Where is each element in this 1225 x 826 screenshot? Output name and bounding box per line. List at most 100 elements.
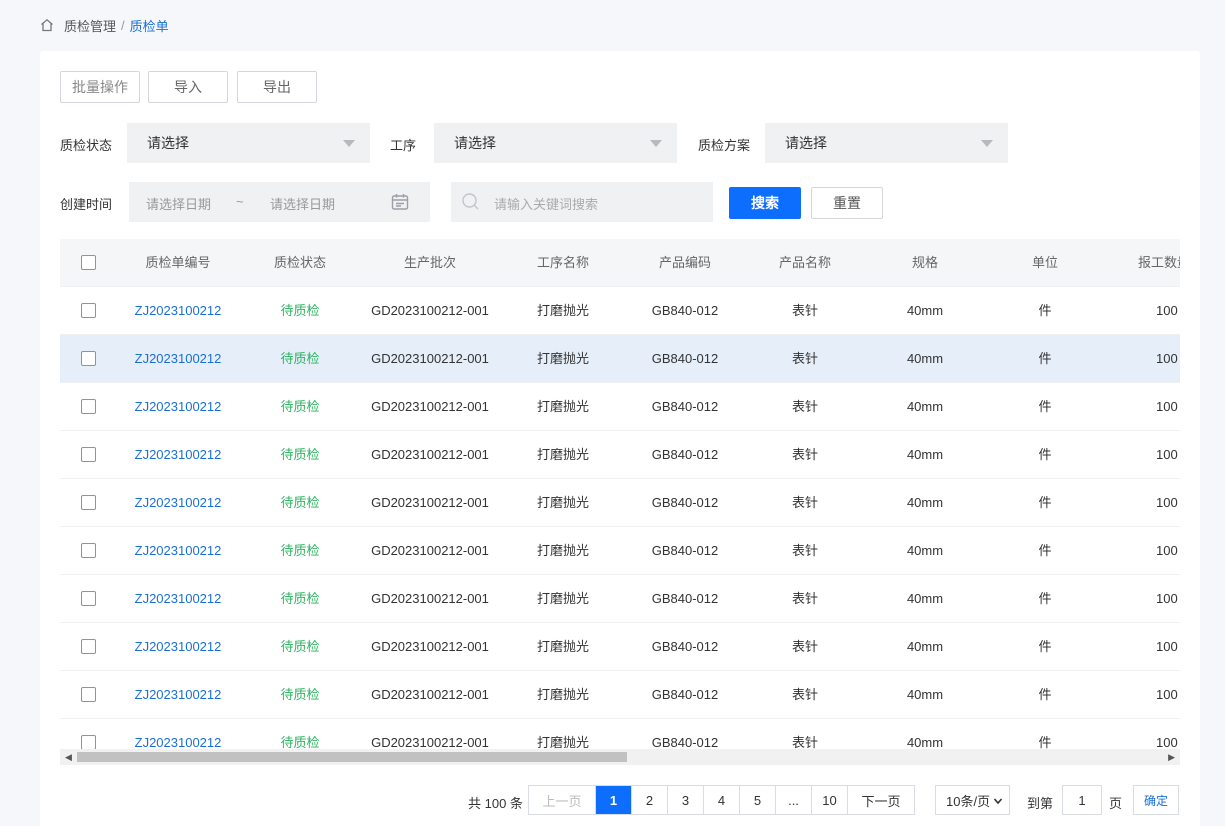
report-qty-text: 100: [1156, 351, 1178, 366]
date-end-input[interactable]: 请选择日期: [270, 194, 335, 213]
process-text: 打磨抛光: [536, 495, 589, 510]
breadcrumb-parent[interactable]: 质检管理: [64, 16, 116, 35]
row-checkbox[interactable]: [81, 687, 96, 702]
page-2-button[interactable]: 2: [632, 786, 668, 814]
unit-text: 件: [1038, 351, 1052, 366]
status-text: 待质检: [280, 639, 320, 654]
table-row[interactable]: ZJ2023100212 待质检 GD2023100212-001 打磨抛光 GB840…: [60, 527, 1180, 575]
column-header-process: 工序名称: [536, 255, 589, 270]
unit-text: 件: [1038, 639, 1052, 654]
table-row[interactable]: ZJ2023100212 待质检 GD2023100212-001 打磨抛光 GB840…: [60, 575, 1180, 623]
row-checkbox[interactable]: [81, 303, 96, 318]
spec-text: 40mm: [906, 495, 944, 510]
order-no-link[interactable]: ZJ2023100212: [133, 335, 223, 383]
breadcrumb-separator: /: [121, 17, 125, 33]
product-code-text: GB840-012: [651, 591, 719, 606]
order-no-link[interactable]: ZJ2023100212: [133, 431, 223, 479]
status-text: 待质检: [280, 495, 320, 510]
product-name-text: 表针: [791, 639, 818, 654]
date-range-picker[interactable]: 请选择日期 ~ 请选择日期: [129, 182, 430, 222]
status-text: 待质检: [280, 543, 320, 558]
unit-text: 件: [1038, 543, 1052, 558]
table-row[interactable]: ZJ2023100212 待质检 GD2023100212-001 打磨抛光 GB840…: [60, 335, 1180, 383]
report-qty-text: 100: [1156, 543, 1178, 558]
row-checkbox[interactable]: [81, 543, 96, 558]
import-button[interactable]: 导入: [148, 71, 228, 103]
report-qty-text: 100: [1156, 495, 1178, 510]
row-checkbox[interactable]: [81, 591, 96, 606]
table-row[interactable]: ZJ2023100212 待质检 GD2023100212-001 打磨抛光 GB840…: [60, 623, 1180, 671]
calendar-icon[interactable]: [390, 192, 410, 215]
order-no-link[interactable]: ZJ2023100212: [133, 575, 223, 623]
page-ellipsis[interactable]: ...: [776, 786, 812, 814]
prev-page-button[interactable]: 上一页: [529, 786, 596, 814]
row-checkbox[interactable]: [81, 735, 96, 749]
next-page-button[interactable]: 下一页: [848, 786, 914, 814]
horizontal-scrollbar[interactable]: ◀ ▶: [60, 749, 1180, 765]
order-no-link[interactable]: ZJ2023100212: [133, 623, 223, 671]
page-size-select[interactable]: 10条/页: [935, 785, 1010, 815]
batch-text: GD2023100212-001: [371, 543, 489, 558]
row-checkbox[interactable]: [81, 399, 96, 414]
table-row[interactable]: ZJ2023100212 待质检 GD2023100212-001 打磨抛光 GB840…: [60, 431, 1180, 479]
order-no-link[interactable]: ZJ2023100212: [133, 527, 223, 575]
table-row[interactable]: ZJ2023100212 待质检 GD2023100212-001 打磨抛光 GB840…: [60, 383, 1180, 431]
row-checkbox[interactable]: [81, 495, 96, 510]
spec-text: 40mm: [906, 687, 944, 702]
process-filter-label: 工序: [390, 138, 417, 153]
product-name-text: 表针: [791, 447, 818, 462]
date-start-input[interactable]: 请选择日期: [146, 194, 211, 213]
product-code-text: GB840-012: [651, 687, 719, 702]
caret-down-icon: [650, 140, 662, 147]
jump-confirm-button[interactable]: 确定: [1133, 785, 1179, 815]
table-row[interactable]: ZJ2023100212 待质检 GD2023100212-001 打磨抛光 GB840…: [60, 671, 1180, 719]
page-5-button[interactable]: 5: [740, 786, 776, 814]
order-no-link[interactable]: ZJ2023100212: [133, 671, 223, 719]
status-text: 待质检: [280, 687, 320, 702]
page-10-button[interactable]: 10: [812, 786, 848, 814]
product-name-text: 表针: [791, 399, 818, 414]
order-no-link[interactable]: ZJ2023100212: [133, 287, 223, 335]
row-checkbox[interactable]: [81, 351, 96, 366]
report-qty-text: 100: [1156, 735, 1178, 749]
order-no-link[interactable]: ZJ2023100212: [133, 719, 223, 749]
process-select[interactable]: 请选择: [434, 123, 677, 163]
batch-operation-button[interactable]: 批量操作: [60, 71, 140, 103]
date-range-separator: ~: [236, 194, 244, 209]
order-no-link[interactable]: ZJ2023100212: [133, 383, 223, 431]
main-card: 批量操作 导入 导出 质检状态 请选择 工序 请选择 质检方案 请选择 创建时间…: [40, 51, 1200, 826]
plan-select[interactable]: 请选择: [765, 123, 1008, 163]
process-text: 打磨抛光: [536, 591, 589, 606]
table-row[interactable]: ZJ2023100212 待质检 GD2023100212-001 打磨抛光 GB840…: [60, 479, 1180, 527]
row-checkbox[interactable]: [81, 639, 96, 654]
page-size-value: 10条/页: [946, 793, 991, 809]
order-no-link[interactable]: ZJ2023100212: [133, 479, 223, 527]
page-3-button[interactable]: 3: [668, 786, 704, 814]
batch-text: GD2023100212-001: [371, 735, 489, 749]
report-qty-text: 100: [1156, 591, 1178, 606]
row-checkbox[interactable]: [81, 447, 96, 462]
select-all-checkbox[interactable]: [81, 255, 96, 270]
search-placeholder: 请输入关键词搜索: [494, 197, 599, 212]
table-row[interactable]: ZJ2023100212 待质检 GD2023100212-001 打磨抛光 GB840…: [60, 287, 1180, 335]
status-text: 待质检: [280, 399, 320, 414]
scrollbar-thumb[interactable]: [77, 752, 627, 762]
keyword-search-input[interactable]: 请输入关键词搜索: [451, 182, 713, 222]
scroll-right-icon[interactable]: ▶: [1168, 752, 1175, 763]
spec-text: 40mm: [906, 735, 944, 749]
product-code-text: GB840-012: [651, 447, 719, 462]
home-icon[interactable]: [40, 17, 56, 33]
jump-page-input[interactable]: 1: [1062, 785, 1102, 815]
unit-text: 件: [1038, 399, 1052, 414]
search-button[interactable]: 搜索: [729, 187, 801, 219]
table-row[interactable]: ZJ2023100212 待质检 GD2023100212-001 打磨抛光 GB840…: [60, 719, 1180, 749]
export-button[interactable]: 导出: [237, 71, 317, 103]
reset-button[interactable]: 重置: [811, 187, 883, 219]
page-4-button[interactable]: 4: [704, 786, 740, 814]
status-select[interactable]: 请选择: [127, 123, 370, 163]
process-text: 打磨抛光: [536, 543, 589, 558]
page-1-button[interactable]: 1: [596, 786, 632, 814]
unit-text: 件: [1038, 735, 1052, 749]
product-name-text: 表针: [791, 591, 818, 606]
scroll-left-icon[interactable]: ◀: [65, 752, 72, 763]
